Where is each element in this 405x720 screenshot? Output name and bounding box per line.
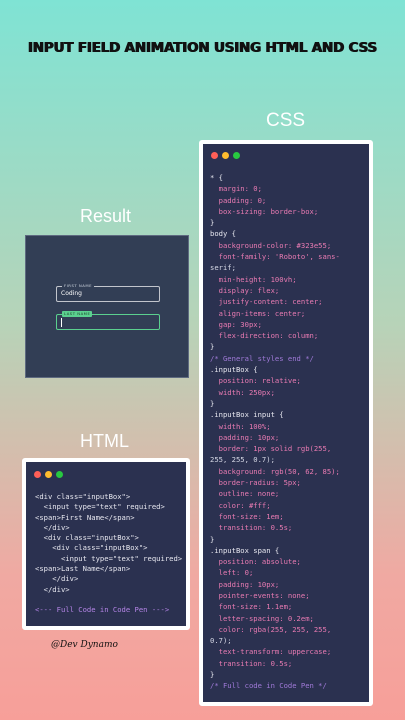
code-line: align-items: center;: [210, 308, 306, 318]
code-line: }: [210, 218, 215, 228]
html-code-panel: <div class="inputBox"> <input type="text…: [22, 458, 190, 630]
code-line: <div class="inputBox">: [35, 533, 139, 543]
code-line: 0.7);: [210, 636, 232, 646]
code-line: position: relative;: [210, 376, 301, 386]
code-line: }: [210, 670, 215, 680]
code-line: * {: [210, 173, 223, 182]
code-line: }: [210, 534, 215, 544]
code-line: <span>Last Name</span>: [35, 564, 131, 574]
code-line: letter-spacing: 0.2em;: [210, 613, 314, 623]
code-line: /* General styles end */: [210, 353, 314, 363]
code-line: position: absolute;: [210, 557, 301, 567]
code-line: </div>: [35, 584, 70, 594]
code-line: flex-direction: column;: [210, 331, 319, 341]
close-dot-icon: [211, 152, 218, 159]
code-line: <--- Full Code in Code Pen --->: [35, 605, 170, 615]
code-line: background-color: #323e55;: [210, 240, 332, 250]
code-line: border-radius: 5px;: [210, 478, 301, 488]
code-line: /* Full code in Code Pen */: [210, 681, 327, 691]
code-line: color: rgba(255, 255, 255,: [210, 624, 332, 634]
last-name-label: LAST NAME: [62, 311, 93, 317]
code-line: </div>: [35, 522, 70, 532]
minimize-dot-icon: [222, 152, 229, 159]
html-code-block: <div class="inputBox"> <input type="text…: [35, 492, 182, 616]
code-line: font-size: 1em;: [210, 511, 284, 521]
code-line: <div class="inputBox">: [35, 543, 148, 553]
code-line: margin: 0;: [210, 184, 262, 194]
code-line: padding: 10px;: [210, 579, 280, 589]
css-label: CSS: [266, 110, 306, 131]
code-line: <input type="text" required>: [35, 553, 183, 563]
code-line: serif;: [210, 263, 236, 273]
code-line: text-transform: uppercase;: [210, 647, 332, 657]
last-name-input[interactable]: LAST NAME: [56, 311, 160, 330]
code-line: font-size: 1.1em;: [210, 602, 293, 612]
code-line: padding: 0;: [210, 195, 267, 205]
code-line: font-family: 'Roboto', sans-: [210, 252, 340, 262]
code-line: transition: 0.5s;: [210, 523, 293, 533]
code-line: </div>: [35, 574, 79, 584]
code-line: padding: 10px;: [210, 432, 280, 442]
code-line: transition: 0.5s;: [210, 658, 293, 668]
author-credit: @Dev Dynamo: [51, 640, 118, 650]
code-line: <input type="text" required>: [35, 502, 165, 512]
html-label: HTML: [80, 431, 129, 451]
code-line: .inputBox {: [210, 365, 258, 375]
maximize-dot-icon: [56, 471, 63, 478]
code-line: outline: none;: [210, 489, 280, 499]
code-line: min-height: 100vh;: [210, 274, 297, 284]
window-controls: [211, 152, 240, 159]
code-line: gap: 30px;: [210, 319, 262, 329]
code-line: border: 1px solid rgb(255,: [210, 444, 332, 454]
text-caret: [61, 318, 62, 327]
code-line: width: 100%;: [210, 421, 271, 431]
code-line: width: 250px;: [210, 387, 275, 397]
minimize-dot-icon: [45, 471, 52, 478]
code-line: left: 0;: [210, 568, 254, 578]
code-line: display: flex;: [210, 285, 280, 295]
code-line: <span>First Name</span>: [35, 512, 135, 522]
code-line: }: [210, 342, 215, 352]
result-preview-panel: FIRST NAME Coding LAST NAME: [25, 235, 189, 378]
close-dot-icon: [34, 471, 41, 478]
first-name-label: FIRST NAME: [62, 283, 94, 289]
code-line: <div class="inputBox">: [35, 492, 131, 501]
code-line: color: #fff;: [210, 500, 271, 510]
result-label: Result: [80, 206, 132, 226]
maximize-dot-icon: [233, 152, 240, 159]
code-line: 255, 255, 0.7);: [210, 455, 275, 465]
page-title: INPUT FIELD ANIMATION USING HTML AND CSS: [27, 40, 378, 56]
code-line: box-sizing: border-box;: [210, 206, 319, 216]
first-name-value: Coding: [61, 290, 82, 297]
code-line: }: [210, 398, 215, 408]
code-line: background: rgb(50, 62, 85);: [210, 466, 340, 476]
code-line: .inputBox span {: [210, 545, 280, 555]
code-line: pointer-events: none;: [210, 590, 310, 600]
code-line: justify-content: center;: [210, 297, 323, 307]
window-controls: [34, 471, 63, 478]
code-line: .inputBox input {: [210, 410, 284, 420]
code-line: body {: [210, 229, 236, 239]
css-code-block: * { margin: 0; padding: 0; box-sizing: b…: [210, 172, 340, 692]
first-name-input[interactable]: FIRST NAME Coding: [56, 283, 160, 302]
css-code-panel: * { margin: 0; padding: 0; box-sizing: b…: [199, 140, 373, 706]
